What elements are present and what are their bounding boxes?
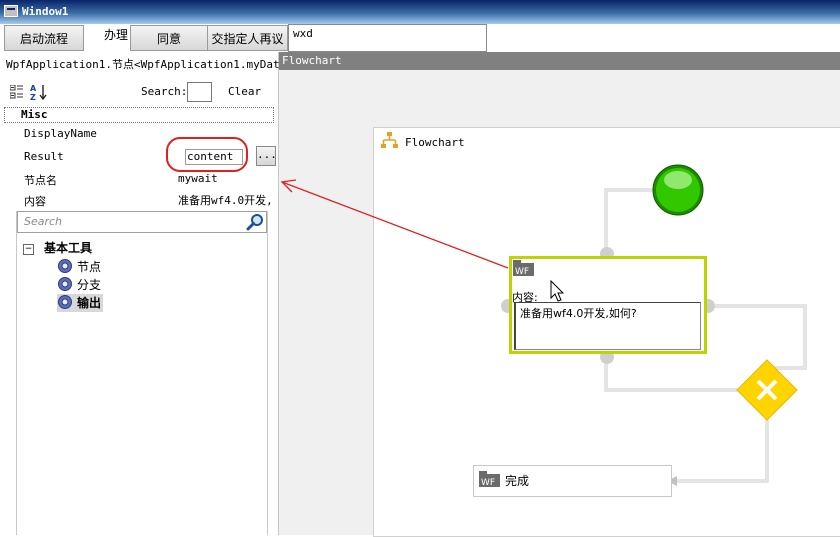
assign-reconsider-button[interactable]: 交指定人再议 <box>207 25 288 51</box>
clear-search-button[interactable]: Clear <box>228 85 261 98</box>
collapse-icon[interactable]: − <box>23 244 34 255</box>
toolbox-search-input[interactable]: Search <box>17 211 267 233</box>
done-activity[interactable] <box>473 465 672 497</box>
gear-icon <box>58 277 72 291</box>
property-name-result: Result <box>24 150 64 163</box>
toolbox-item-node[interactable]: 节点 <box>57 258 103 276</box>
sort-alphabetical-icon[interactable]: A Z <box>30 83 48 101</box>
user-input[interactable]: wxd <box>288 24 487 52</box>
toolbox-category[interactable]: − 基本工具 <box>23 239 92 256</box>
property-name-node: 节点名 <box>24 174 57 187</box>
property-value-content[interactable]: 准备用wf4.0开发, <box>178 192 273 208</box>
start-node[interactable] <box>652 164 704 216</box>
designer-header: Flowchart <box>279 52 840 70</box>
categorize-icon[interactable] <box>10 85 24 99</box>
property-panel-title: WpfApplication1.节点<WpfApplication1.myDat… <box>6 58 285 71</box>
svg-text:A: A <box>30 84 37 93</box>
property-name-content: 内容 <box>24 195 46 208</box>
toolbox-item-label: 输出 <box>77 296 102 310</box>
agree-button[interactable]: 同意 <box>130 25 208 51</box>
toolbox-item-output[interactable]: 输出 <box>57 294 104 312</box>
activity-content-field[interactable]: 准备用wf4.0开发,如何? <box>514 302 701 350</box>
property-search-input[interactable] <box>187 82 212 102</box>
workflow-designer[interactable]: Flowchart WF 内容: 准备用wf4.0开发,如何? WF 完成 <box>279 70 840 537</box>
property-search-label: Search: <box>141 85 188 98</box>
wf-activity-icon: WF <box>513 260 534 276</box>
svg-text:Z: Z <box>30 93 36 101</box>
svg-text:WF: WF <box>481 478 495 487</box>
toolbox-item-branch[interactable]: 分支 <box>57 276 103 294</box>
wf-activity-icon: WF <box>479 471 500 487</box>
start-workflow-button[interactable]: 启动流程 <box>4 25 84 51</box>
toolbox-category-label: 基本工具 <box>44 241 93 255</box>
toolbox-item-label: 分支 <box>77 278 102 292</box>
property-name-displayname: DisplayName <box>24 127 97 140</box>
window-app-icon <box>4 5 18 17</box>
annotation-oval <box>166 137 248 172</box>
window-title: Window1 <box>22 5 69 18</box>
property-value-node[interactable]: mywait <box>178 172 218 185</box>
gear-icon <box>58 259 72 273</box>
done-activity-label: 完成 <box>505 474 530 488</box>
window-title-bar[interactable]: Window1 <box>0 0 840 24</box>
gear-icon <box>58 295 72 309</box>
toolbar: 启动流程 办理 同意 交指定人再议 wxd <box>0 24 840 52</box>
toolbox: Search − 基本工具 节点 分支 输出 <box>16 211 268 535</box>
result-ellipsis-button[interactable]: ... <box>256 146 277 166</box>
toolbox-item-label: 节点 <box>77 260 102 274</box>
svg-text:WF: WF <box>515 267 529 276</box>
property-panel: WpfApplication1.节点<WpfApplication1.myDat… <box>0 52 285 535</box>
search-icon[interactable] <box>246 213 264 231</box>
property-category-misc[interactable]: Misc <box>4 107 274 123</box>
